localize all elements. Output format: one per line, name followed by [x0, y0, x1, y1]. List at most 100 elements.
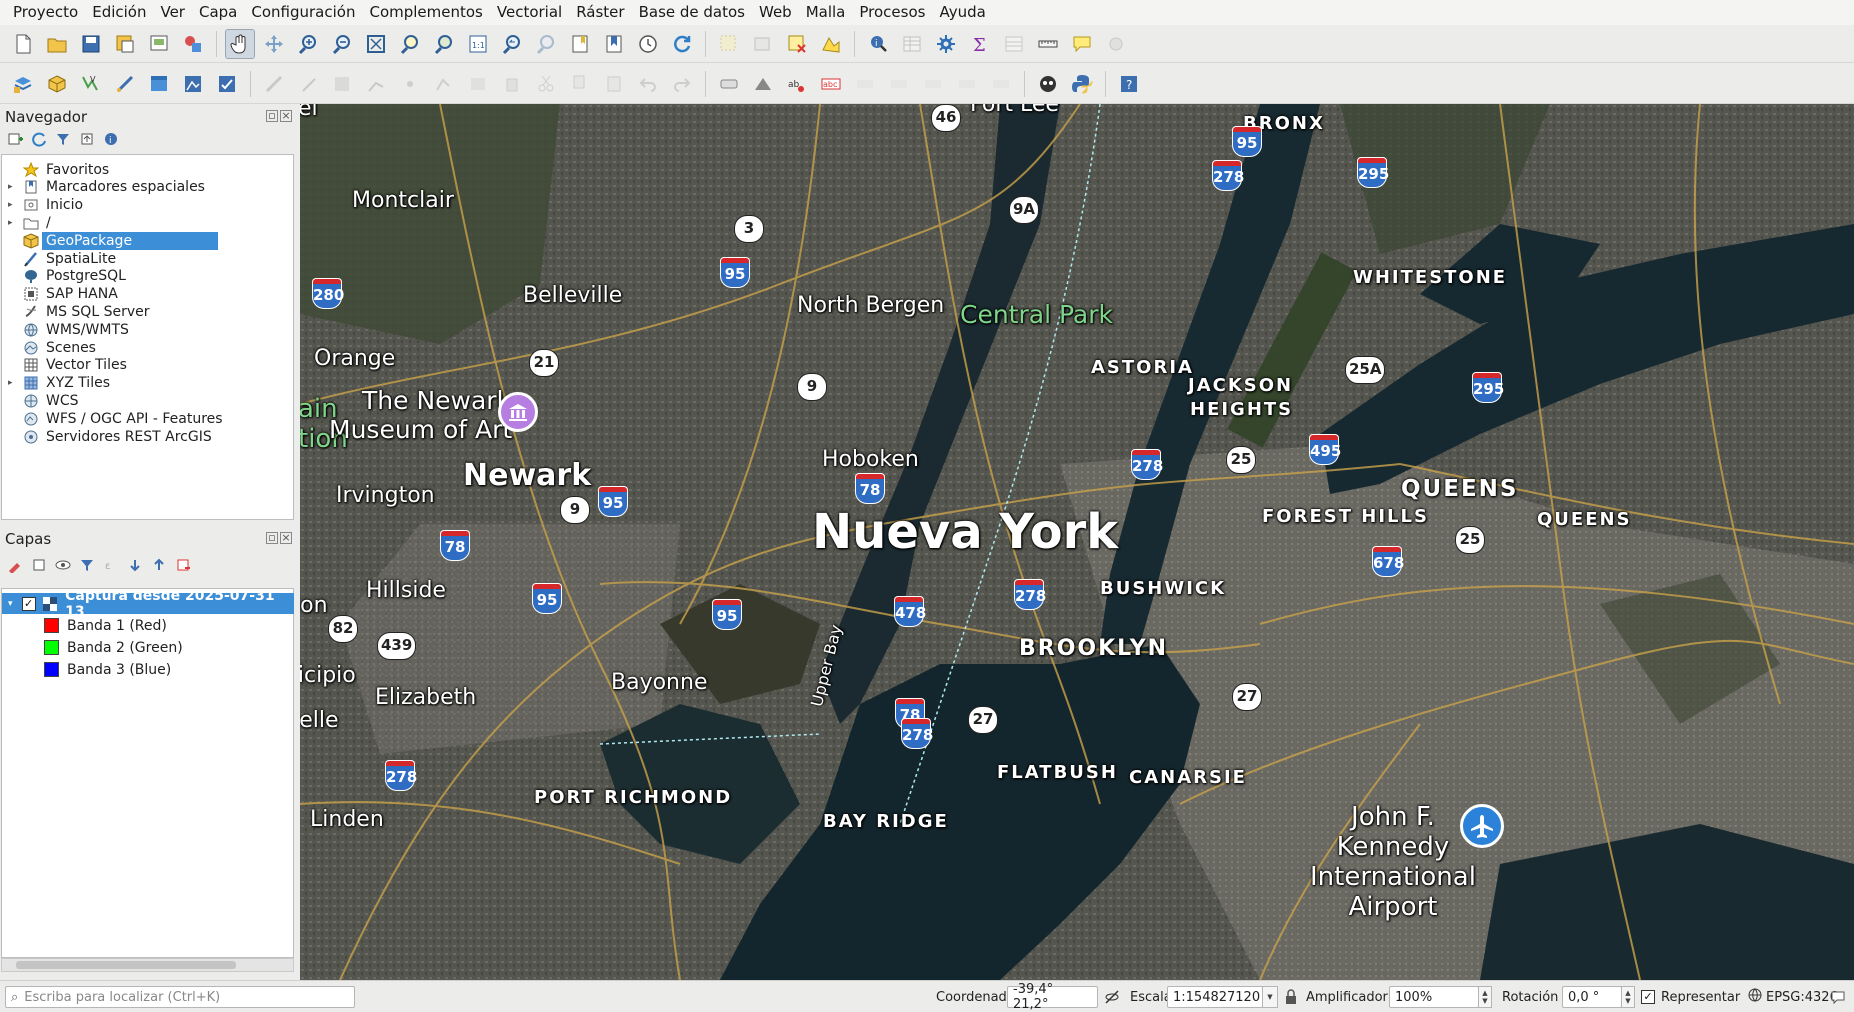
magnifier-spinner[interactable]: ▲ ▼	[1478, 986, 1492, 1008]
digitize-icon[interactable]	[259, 69, 289, 99]
filter-legend-icon[interactable]	[78, 556, 96, 574]
map-tips-icon[interactable]	[1067, 29, 1097, 59]
map-canvas[interactable]: Montclair Belleville North Bergen Orange…	[300, 104, 1854, 980]
add-selected-layers-icon[interactable]	[6, 130, 24, 148]
magnifier-field[interactable]: 100%	[1389, 986, 1479, 1008]
redo-icon[interactable]	[667, 69, 697, 99]
zoom-full-icon[interactable]	[361, 29, 391, 59]
delete-selected-icon[interactable]	[497, 69, 527, 99]
settings-icon[interactable]	[931, 29, 961, 59]
coordinate-field[interactable]: -39,4° 21,2°	[1007, 982, 1098, 1012]
crs-button[interactable]: EPSG:4326	[1748, 986, 1838, 1008]
menu-malla[interactable]: Malla	[799, 0, 853, 25]
toggle-editing-icon[interactable]	[293, 69, 323, 99]
help-icon[interactable]: ?	[1114, 69, 1144, 99]
zoom-in-icon[interactable]	[293, 29, 323, 59]
collapse-arrow-icon[interactable]: ▾	[8, 599, 18, 609]
new-shapefile-layer-icon[interactable]: V	[76, 69, 106, 99]
highlight-labels-icon[interactable]	[884, 69, 914, 99]
locator-search-input[interactable]: ⌕ Escriba para localizar (Ctrl+K)	[5, 986, 355, 1008]
zoom-out-icon[interactable]	[327, 29, 357, 59]
expand-all-icon[interactable]	[126, 556, 144, 574]
zoom-selection-icon[interactable]	[395, 29, 425, 59]
expand-arrow-icon[interactable]: ▸	[8, 182, 18, 192]
style-layer-icon[interactable]	[6, 556, 24, 574]
vertex-tool-icon[interactable]	[395, 69, 425, 99]
new-temp-layer-icon[interactable]	[144, 69, 174, 99]
new-bookmark-icon[interactable]	[565, 29, 595, 59]
label-toolbar-icon[interactable]	[714, 69, 744, 99]
label-abc-icon[interactable]: ab	[782, 69, 812, 99]
select-features-icon[interactable]	[714, 29, 744, 59]
properties-icon[interactable]: i	[102, 130, 120, 148]
menu-vectorial[interactable]: Vectorial	[490, 0, 569, 25]
open-project-icon[interactable]	[42, 29, 72, 59]
modify-attributes-icon[interactable]	[463, 69, 493, 99]
browser-item[interactable]: Servidores REST ArcGIS	[2, 426, 294, 447]
label-abc-red-icon[interactable]: abc	[816, 69, 846, 99]
move-label-icon[interactable]	[918, 69, 948, 99]
menu-procesos[interactable]: Procesos	[852, 0, 932, 25]
refresh-browser-icon[interactable]	[30, 130, 48, 148]
render-checkbox[interactable]: ✓	[1641, 990, 1655, 1004]
menu-base-de-datos[interactable]: Base de datos	[632, 0, 752, 25]
save-project-icon[interactable]	[76, 29, 106, 59]
show-bookmarks-icon[interactable]	[599, 29, 629, 59]
scale-dropdown-icon[interactable]: ▼	[1262, 986, 1278, 1008]
menu-configuracion[interactable]: Configuración	[244, 0, 362, 25]
layer-labeling-icon[interactable]	[748, 69, 778, 99]
rotation-field[interactable]: 0,0 °	[1562, 986, 1622, 1008]
rotate-label-icon[interactable]	[952, 69, 982, 99]
scale-field[interactable]: 1:154827120	[1167, 986, 1263, 1008]
expand-arrow-icon[interactable]: ▸	[8, 218, 18, 228]
menu-proyecto[interactable]: Proyecto	[6, 0, 85, 25]
collapse-all-icon[interactable]	[78, 130, 96, 148]
add-group-icon[interactable]	[30, 556, 48, 574]
plugin-manager-icon[interactable]	[1033, 69, 1063, 99]
attribute-table-icon[interactable]	[897, 29, 927, 59]
cut-features-icon[interactable]	[531, 69, 561, 99]
new-virtual-layer-icon[interactable]	[178, 69, 208, 99]
layer-item-capture[interactable]: ▾ ✓ Captura desde 2025-07-31 13	[2, 588, 294, 620]
remove-layer-icon[interactable]	[174, 556, 192, 574]
collapse-all-icon[interactable]	[150, 556, 168, 574]
visibility-icon[interactable]	[54, 556, 72, 574]
toggle-extents-icon[interactable]	[1104, 986, 1122, 1008]
float-panel-icon[interactable]: ▫	[266, 110, 278, 122]
messages-icon[interactable]	[1830, 986, 1848, 1008]
move-feature-icon[interactable]	[429, 69, 459, 99]
filter-browser-icon[interactable]	[54, 130, 72, 148]
copy-features-icon[interactable]	[565, 69, 595, 99]
table-options-icon[interactable]	[999, 29, 1029, 59]
close-panel-icon[interactable]: ×	[280, 110, 292, 122]
airport-icon[interactable]	[1460, 804, 1504, 848]
menu-capa[interactable]: Capa	[192, 0, 244, 25]
expand-arrow-icon[interactable]: ▸	[8, 200, 18, 210]
new-project-icon[interactable]	[8, 29, 38, 59]
filter-expression-icon[interactable]: ε	[102, 556, 120, 574]
pan-to-selection-icon[interactable]	[259, 29, 289, 59]
temporal-controller-icon[interactable]	[633, 29, 663, 59]
style-manager-icon[interactable]	[178, 29, 208, 59]
zoom-native-icon[interactable]: 1:1	[463, 29, 493, 59]
rotation-spinner[interactable]: ▲ ▼	[1621, 986, 1635, 1008]
zoom-next-icon[interactable]	[531, 29, 561, 59]
refresh-icon[interactable]	[667, 29, 697, 59]
new-mesh-layer-icon[interactable]	[212, 69, 242, 99]
data-source-manager-icon[interactable]	[8, 69, 38, 99]
annotation-icon[interactable]	[1101, 29, 1131, 59]
expression-select-icon[interactable]	[782, 29, 812, 59]
change-label-icon[interactable]	[986, 69, 1016, 99]
new-geopackage-layer-icon[interactable]	[42, 69, 72, 99]
deselect-icon[interactable]	[748, 29, 778, 59]
save-as-icon[interactable]	[110, 29, 140, 59]
menu-ayuda[interactable]: Ayuda	[932, 0, 992, 25]
new-spatialite-layer-icon[interactable]	[110, 69, 140, 99]
float-panel-icon[interactable]: ▫	[266, 532, 278, 544]
close-panel-icon[interactable]: ×	[280, 532, 292, 544]
statistics-icon[interactable]: Σ	[965, 29, 995, 59]
pan-icon[interactable]	[225, 28, 255, 59]
identify-icon[interactable]: i	[863, 29, 893, 59]
expand-arrow-icon[interactable]: ▸	[8, 378, 18, 388]
menu-complementos[interactable]: Complementos	[362, 0, 489, 25]
